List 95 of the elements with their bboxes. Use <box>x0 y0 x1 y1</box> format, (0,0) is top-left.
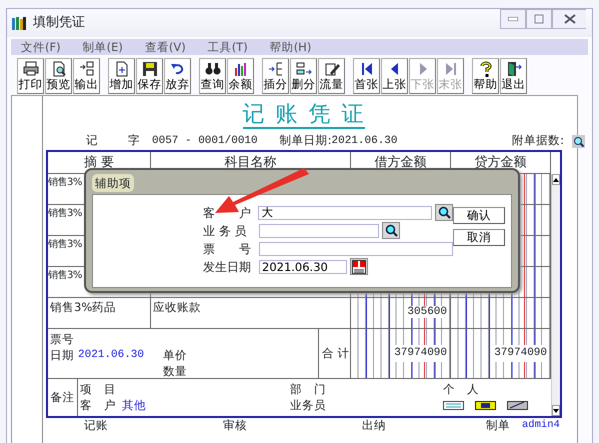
signature-label: 审核 <box>223 417 247 434</box>
pen-note-icon <box>324 61 340 77</box>
remarks-label: 备注 <box>50 388 74 406</box>
binoculars-icon <box>204 61 220 77</box>
toolbar-button[interactable]: 余额 <box>227 58 254 94</box>
input-field[interactable]: 大 <box>258 206 432 220</box>
signature-value: admin4 <box>522 418 560 434</box>
window-title: 填制凭证 <box>33 14 85 32</box>
toolbar-button[interactable]: 输出 <box>73 58 100 94</box>
search-button[interactable] <box>382 222 400 239</box>
signature-label: 出纳 <box>362 417 386 434</box>
unit-price-label: 单价 <box>163 347 188 363</box>
customer-label: 客 户 <box>80 398 116 412</box>
toolbar-button[interactable]: 帮助 <box>472 58 499 94</box>
card-icon[interactable] <box>507 401 528 410</box>
close-button[interactable] <box>552 9 586 29</box>
field-label: 发生日期 <box>203 258 252 276</box>
dialog-button[interactable]: 取消 <box>453 229 505 246</box>
menu-item[interactable]: 帮助(H) <box>270 39 312 55</box>
attachments-label: 附单据数: <box>512 132 564 150</box>
voucher-type: 记 <box>86 132 98 150</box>
voucher-type-suffix: 字 <box>128 132 140 150</box>
search-icon[interactable] <box>572 134 585 148</box>
calendar-button[interactable] <box>350 258 368 275</box>
toolbar-button[interactable]: 保存 <box>136 58 163 94</box>
menu-item[interactable]: 查看(V) <box>144 39 186 55</box>
minimize-button[interactable] <box>500 9 526 29</box>
delete-row-icon <box>296 61 312 77</box>
maximize-button[interactable] <box>526 9 552 29</box>
magnifier-page-icon <box>50 61 66 77</box>
menu-item[interactable]: 文件(F) <box>21 39 61 55</box>
door-icon <box>506 61 522 77</box>
toolbar-button[interactable]: 首张 <box>353 58 380 94</box>
maximize-icon <box>534 14 544 24</box>
scroll-up-button[interactable] <box>552 174 560 185</box>
date-label: 日期 <box>50 347 75 363</box>
toolbar-button[interactable]: 上张 <box>381 58 408 94</box>
date-label: 制单日期: <box>280 132 332 150</box>
toolbar-button[interactable]: 插分 <box>262 58 289 94</box>
minimize-icon <box>508 17 518 21</box>
close-icon <box>564 14 576 24</box>
dialog-title: 辅助项 <box>92 174 134 192</box>
customer-value: 其他 <box>122 398 146 412</box>
books-icon <box>11 15 27 31</box>
menu-item[interactable]: 制单(E) <box>82 39 123 55</box>
floppy-icon <box>142 61 158 77</box>
summary-text: 销售3%药品 <box>50 300 116 314</box>
debit-amount: 305600 <box>406 306 448 318</box>
toolbar-button[interactable]: 预览 <box>45 58 72 94</box>
toolbar-button[interactable]: 查询 <box>199 58 226 94</box>
invoice-label: 票号 <box>50 331 75 347</box>
input-field[interactable] <box>258 242 453 256</box>
signature-label: 制单 <box>486 417 510 434</box>
menu-item[interactable]: 工具(T) <box>208 39 248 55</box>
input-field[interactable]: 2021.06.30 <box>259 260 347 274</box>
salesperson-label: 业务员 <box>290 397 327 413</box>
toolbar-button[interactable]: 退出 <box>500 58 527 94</box>
project-label: 项 目 <box>80 381 117 397</box>
summary-text: 销售3% <box>48 239 82 250</box>
date-value: 2021.06.30 <box>78 348 146 363</box>
department-label: 部 门 <box>290 381 327 397</box>
toolbar-button[interactable]: 流量 <box>318 58 345 94</box>
account-text: 应收账款 <box>153 300 201 314</box>
field-label: 客 户 <box>203 204 252 222</box>
voucher-title: 记 账 凭 证 <box>242 102 366 129</box>
card-icon[interactable] <box>443 401 464 410</box>
dialog-button[interactable]: 确认 <box>453 207 505 224</box>
signature-label: 记账 <box>84 417 108 434</box>
bar-chart-icon <box>232 61 248 77</box>
toolbar-button[interactable]: 删分 <box>290 58 317 94</box>
person-label: 个 人 <box>443 381 480 397</box>
search-button[interactable] <box>435 204 453 221</box>
summary-text: 销售3% <box>48 270 82 281</box>
summary-text: 销售3% <box>48 177 82 188</box>
card-icon[interactable] <box>475 401 496 410</box>
quantity-label: 数量 <box>163 363 188 379</box>
printer-icon <box>22 61 38 77</box>
input-field[interactable] <box>259 224 379 238</box>
voucher-date: 2021.06.30 <box>332 134 398 149</box>
field-label: 业 务 员 <box>203 222 248 240</box>
toolbar-button[interactable]: 打印 <box>17 58 44 94</box>
summary-text: 销售3% <box>48 208 82 219</box>
total-label: 合 计 <box>322 344 350 362</box>
undo-icon <box>170 61 186 77</box>
insert-row-icon <box>268 61 284 77</box>
toolbar-button[interactable]: 放弃 <box>164 58 191 94</box>
credit-total: 37974090 <box>493 345 548 362</box>
voucher-number: 0057 - 0001/0010 <box>152 134 258 149</box>
scroll-down-button[interactable] <box>552 405 560 416</box>
field-label: 票 号 <box>203 240 252 258</box>
export-icon <box>78 61 94 77</box>
debit-total: 37974090 <box>393 345 448 362</box>
new-page-icon <box>114 61 130 77</box>
question-mark-icon <box>478 61 494 77</box>
toolbar-button[interactable]: 增加 <box>108 58 135 94</box>
